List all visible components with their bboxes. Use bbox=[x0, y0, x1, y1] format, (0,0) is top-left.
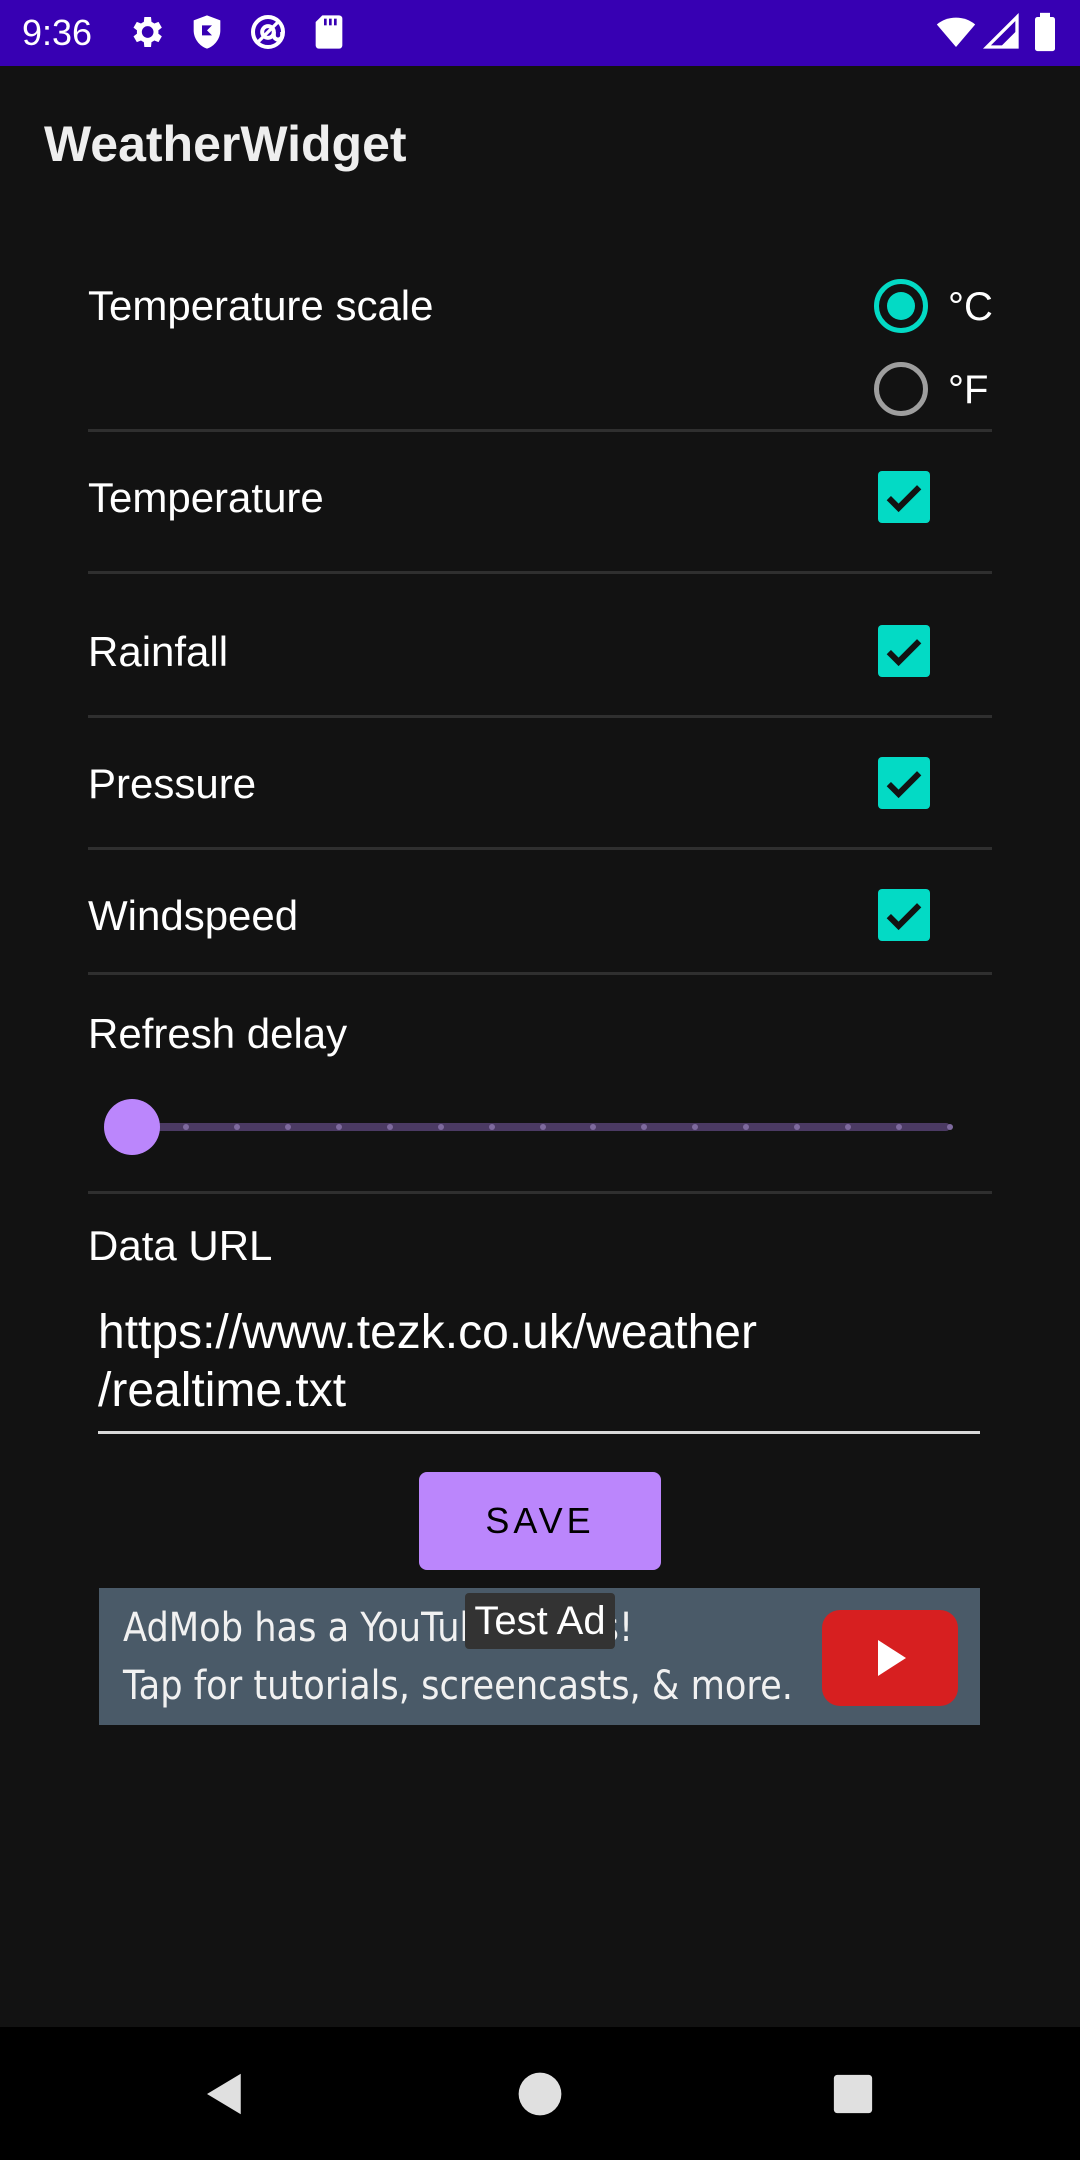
divider bbox=[88, 715, 992, 718]
temperature-scale-label: Temperature scale bbox=[88, 282, 434, 329]
rainfall-label: Rainfall bbox=[88, 628, 229, 675]
divider bbox=[88, 571, 992, 574]
slider-tick bbox=[386, 1124, 393, 1130]
settings-screen: 9:36 WeatherWidget Temperature scale °C bbox=[0, 0, 1080, 2160]
fahrenheit-radio[interactable] bbox=[874, 362, 928, 416]
recents-icon[interactable] bbox=[826, 2067, 880, 2121]
shield-icon bbox=[187, 12, 227, 52]
at-sign-icon bbox=[248, 12, 288, 52]
test-ad-label: Test Ad bbox=[465, 1593, 615, 1649]
signal-icon bbox=[982, 12, 1022, 52]
radio-selected-dot bbox=[887, 292, 915, 320]
temperature-checkbox[interactable] bbox=[878, 471, 930, 523]
celsius-radio[interactable] bbox=[874, 279, 928, 333]
slider-thumb[interactable] bbox=[104, 1099, 160, 1155]
home-icon[interactable] bbox=[513, 2067, 567, 2121]
status-time: 9:36 bbox=[22, 12, 93, 53]
divider bbox=[88, 429, 992, 432]
app-title: WeatherWidget bbox=[44, 116, 407, 172]
check-icon bbox=[886, 639, 922, 667]
windspeed-checkbox[interactable] bbox=[878, 889, 930, 941]
refresh-delay-label: Refresh delay bbox=[88, 1010, 348, 1057]
divider bbox=[88, 972, 992, 975]
slider-tick bbox=[437, 1124, 444, 1130]
temperature-label: Temperature bbox=[88, 474, 324, 521]
fahrenheit-label[interactable]: °F bbox=[948, 365, 988, 415]
celsius-label[interactable]: °C bbox=[948, 282, 993, 332]
status-bar: 9:36 bbox=[0, 0, 1080, 66]
divider bbox=[88, 1191, 992, 1194]
slider-tick bbox=[233, 1124, 240, 1130]
ad-line-2: Tap for tutorials, screencasts, & more. bbox=[123, 1663, 793, 1709]
save-button[interactable]: SAVE bbox=[419, 1472, 661, 1570]
youtube-play-icon bbox=[822, 1610, 958, 1706]
slider-tick bbox=[488, 1124, 495, 1130]
battery-icon bbox=[1032, 12, 1058, 52]
windspeed-label: Windspeed bbox=[88, 892, 299, 939]
slider-tick bbox=[284, 1124, 291, 1130]
navigation-bar bbox=[0, 2027, 1080, 2160]
pressure-checkbox[interactable] bbox=[878, 757, 930, 809]
wifi-icon bbox=[934, 12, 978, 52]
sd-card-icon bbox=[309, 12, 349, 52]
check-icon bbox=[886, 485, 922, 513]
check-icon bbox=[886, 903, 922, 931]
data-url-label: Data URL bbox=[88, 1222, 273, 1269]
slider-tick bbox=[335, 1124, 342, 1130]
pressure-label: Pressure bbox=[88, 760, 257, 807]
data-url-input[interactable]: https://www.tezk.co.uk/weather /realtime… bbox=[98, 1304, 980, 1434]
check-icon bbox=[886, 771, 922, 799]
divider bbox=[88, 847, 992, 850]
back-icon[interactable] bbox=[198, 2067, 252, 2121]
rainfall-checkbox[interactable] bbox=[878, 625, 930, 677]
slider-tick bbox=[947, 1124, 953, 1130]
slider-tick bbox=[539, 1124, 546, 1130]
settings-icon bbox=[126, 12, 166, 52]
input-underline bbox=[98, 1431, 980, 1434]
slider-tick bbox=[183, 1124, 189, 1130]
